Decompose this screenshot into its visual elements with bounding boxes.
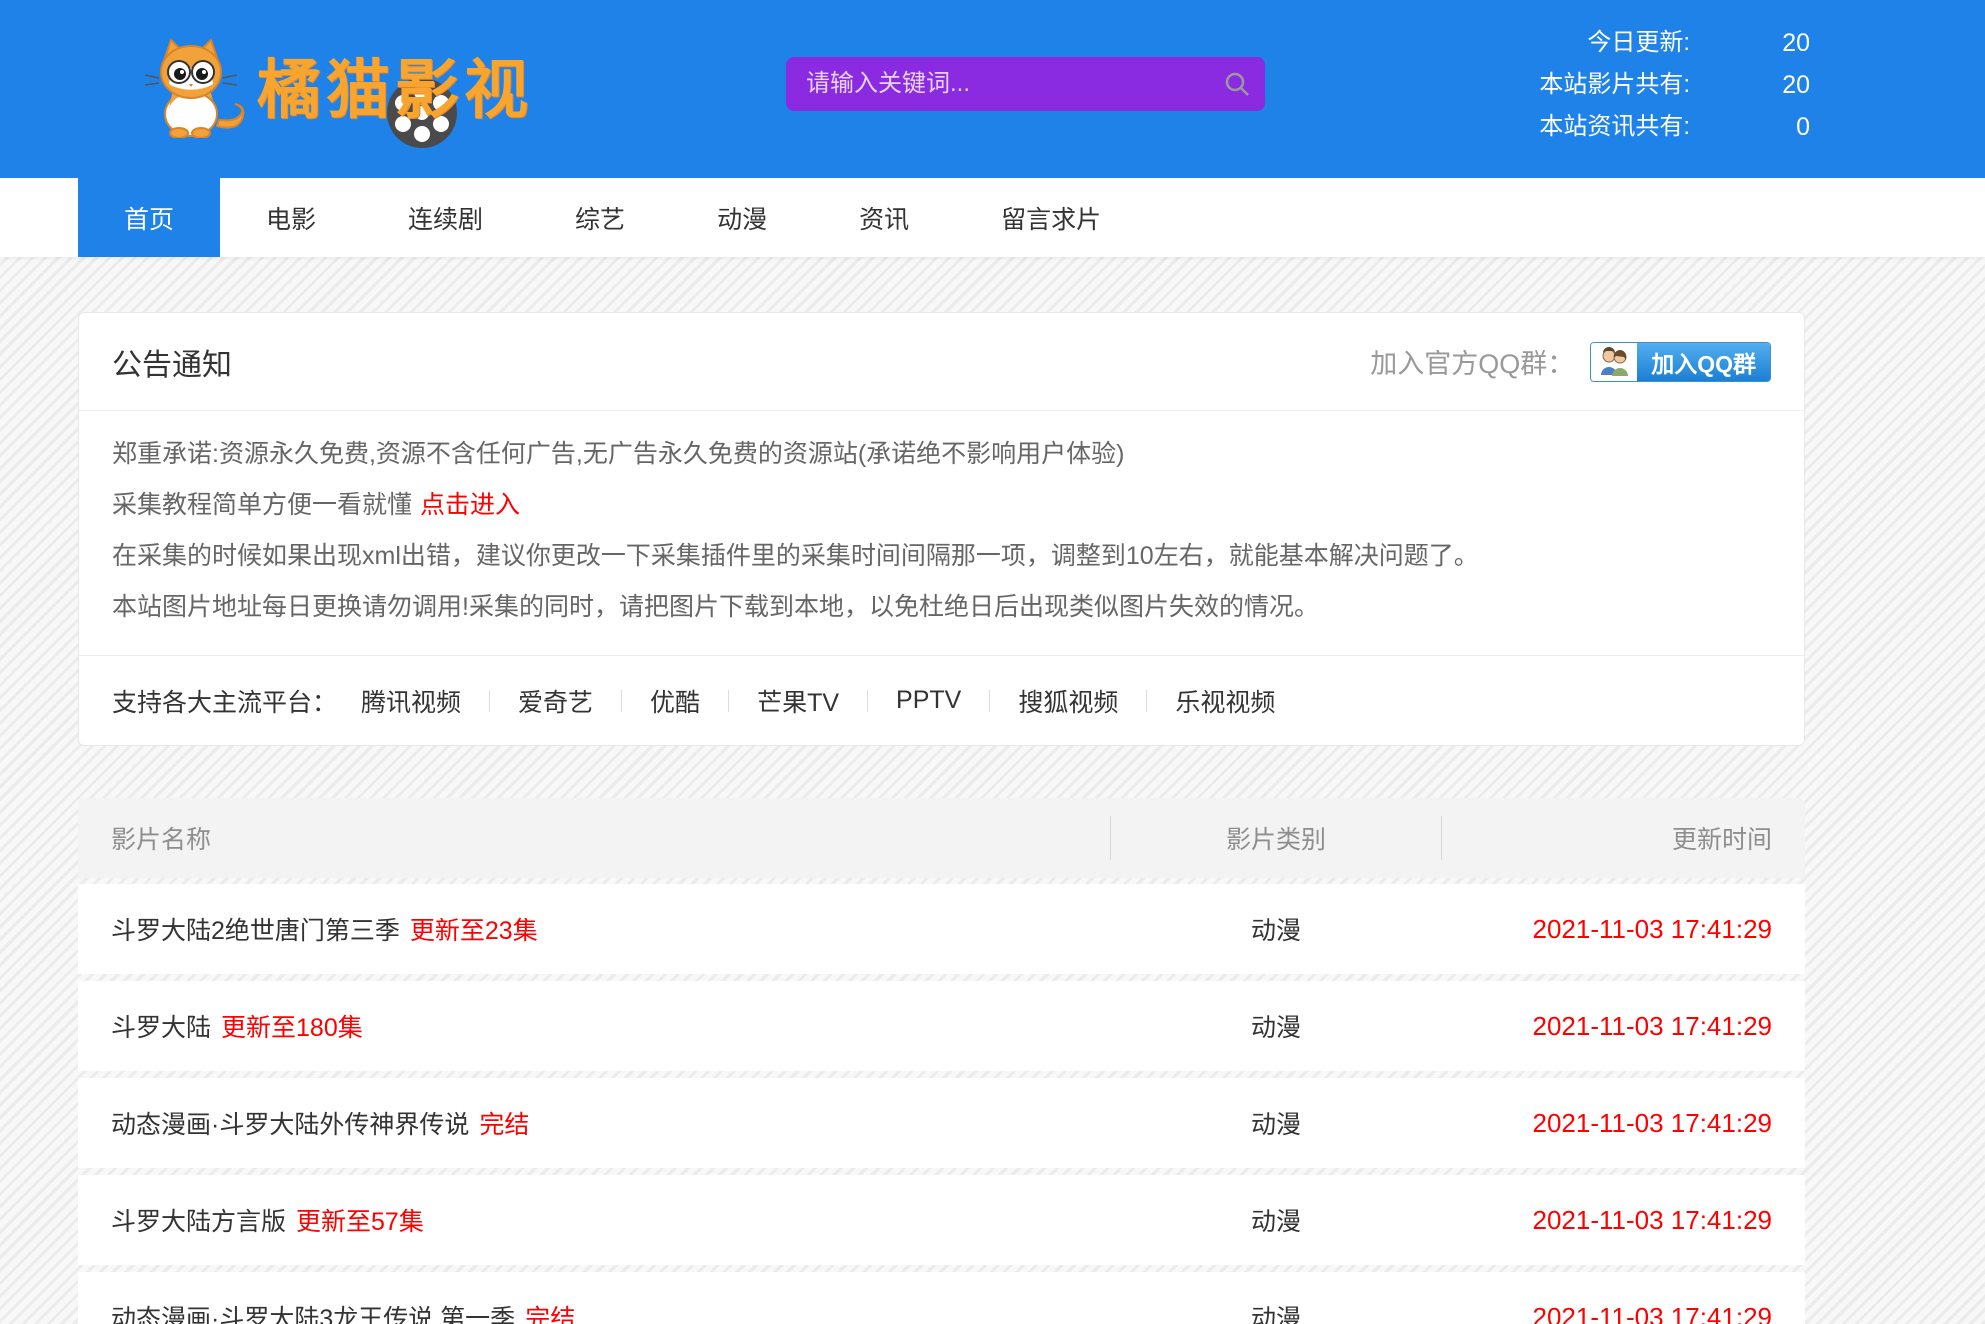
stat-total-news: 本站资讯共有: 0 [1210,106,1810,148]
notice-text: 本站图片地址每日更换请勿调用!采集的同时，请把图片下载到本地，以免杜绝日后出现类… [112,593,1319,621]
announcement-body: 郑重承诺:资源永久免费,资源不含任何广告,无广告永久免费的资源站(承诺绝不影响用… [79,411,1804,655]
movie-title-link[interactable]: 斗罗大陆2绝世唐门第三季 [111,917,400,945]
stat-value: 20 [1690,64,1810,106]
notice-text: 郑重承诺:资源永久免费,资源不含任何广告,无广告永久免费的资源站(承诺绝不影响用… [112,440,1125,468]
notice-text: 在采集的时候如果出现xml出错，建议你更改一下采集插件里的采集时间间隔那一项，调… [112,542,1479,570]
stat-value: 0 [1690,106,1810,148]
nav-item-series[interactable]: 连续剧 [362,178,529,257]
platform-tencent[interactable]: 腾讯视频 [361,683,489,719]
search-bar [786,57,1265,111]
movie-row[interactable]: 斗罗大陆方言版更新至57集 动漫 2021-11-03 17:41:29 [78,1175,1805,1265]
movie-status: 完结 [525,1305,575,1324]
movie-table: 影片名称 影片类别 更新时间 斗罗大陆2绝世唐门第三季更新至23集 动漫 202… [78,798,1805,1324]
join-qq-group-button[interactable]: 加入QQ群 [1590,342,1771,382]
movie-category-link[interactable]: 动漫 [1251,1111,1301,1139]
nav-item-anime[interactable]: 动漫 [671,178,813,257]
search-input[interactable] [786,57,1209,111]
nav-item-home[interactable]: 首页 [78,178,220,257]
stat-value: 20 [1690,22,1810,64]
movie-category-link[interactable]: 动漫 [1251,1014,1301,1042]
qq-button-label: 加入QQ群 [1637,343,1770,381]
qq-people-icon [1591,343,1637,381]
movie-status: 完结 [479,1111,529,1139]
movie-title-link[interactable]: 斗罗大陆 [111,1014,211,1042]
notice-line: 郑重承诺:资源永久免费,资源不含任何广告,无广告永久免费的资源站(承诺绝不影响用… [112,429,1771,480]
movie-updated-time: 2021-11-03 17:41:29 [1533,914,1773,944]
column-header-category: 影片类别 [1110,820,1442,856]
movie-status: 更新至23集 [410,917,538,945]
platform-mgtv[interactable]: 芒果TV [729,683,867,719]
stat-label: 今日更新: [1210,22,1690,64]
main-container: 公告通知 加入官方QQ群： 加入QQ群 [78,312,1805,1324]
nav-item-request[interactable]: 留言求片 [955,178,1147,257]
platform-letv[interactable]: 乐视视频 [1147,683,1303,719]
announcement-header: 公告通知 加入官方QQ群： 加入QQ群 [79,313,1804,411]
qq-area: 加入官方QQ群： 加入QQ群 [1370,342,1771,382]
site-stats: 今日更新: 20 本站影片共有: 20 本站资讯共有: 0 [1210,22,1810,148]
site-title: 橘猫影视 [257,42,533,138]
stat-total-movies: 本站影片共有: 20 [1210,64,1810,106]
movie-updated-time: 2021-11-03 17:41:29 [1533,1011,1773,1041]
movie-table-header: 影片名称 影片类别 更新时间 [78,798,1805,878]
cat-mascot-icon [139,38,251,138]
platform-sohu[interactable]: 搜狐视频 [990,683,1146,719]
notice-line: 在采集的时候如果出现xml出错，建议你更改一下采集插件里的采集时间间隔那一项，调… [112,531,1771,582]
notice-line: 采集教程简单方便一看就懂点击进入 [112,480,1771,531]
movie-status: 更新至57集 [296,1208,424,1236]
stat-label: 本站影片共有: [1210,64,1690,106]
qq-label: 加入官方QQ群： [1370,342,1574,381]
nav-item-news[interactable]: 资讯 [813,178,955,257]
site-logo[interactable]: 橘猫影视 [139,38,533,138]
movie-updated-time: 2021-11-03 17:41:29 [1533,1205,1773,1235]
platforms-label: 支持各大主流平台： [112,683,337,719]
movie-category-link[interactable]: 动漫 [1251,1208,1301,1236]
movie-title-link[interactable]: 动态漫画·斗罗大陆外传神界传说 [111,1111,469,1139]
movie-row[interactable]: 斗罗大陆2绝世唐门第三季更新至23集 动漫 2021-11-03 17:41:2… [78,884,1805,974]
notice-line: 本站图片地址每日更换请勿调用!采集的同时，请把图片下载到本地，以免杜绝日后出现类… [112,582,1771,633]
movie-row[interactable]: 斗罗大陆更新至180集 动漫 2021-11-03 17:41:29 [78,981,1805,1071]
platform-pptv[interactable]: PPTV [868,686,989,715]
movie-updated-time: 2021-11-03 17:41:29 [1533,1108,1773,1138]
column-header-updated: 更新时间 [1442,820,1805,856]
stat-today-updates: 今日更新: 20 [1210,22,1810,64]
column-header-name: 影片名称 [78,820,1110,856]
movie-title-link[interactable]: 动态漫画·斗罗大陆3龙王传说 第一季 [111,1305,515,1324]
main-nav: 首页 电影 连续剧 综艺 动漫 资讯 留言求片 [0,178,1985,257]
movie-row[interactable]: 动态漫画·斗罗大陆3龙王传说 第一季完结 动漫 2021-11-03 17:41… [78,1272,1805,1324]
announcement-title: 公告通知 [112,340,232,384]
stat-label: 本站资讯共有: [1210,106,1690,148]
notice-text: 采集教程简单方便一看就懂 [112,491,412,519]
nav-item-variety[interactable]: 综艺 [529,178,671,257]
site-header: 橘猫影视 今日更新: 20 本站影片共有: 20 本站资讯共有: 0 [0,0,1985,178]
movie-category-link[interactable]: 动漫 [1251,917,1301,945]
platform-iqiyi[interactable]: 爱奇艺 [490,683,621,719]
platforms-row: 支持各大主流平台： 腾讯视频 爱奇艺 优酷 芒果TV PPTV 搜狐视频 乐视视… [79,655,1804,745]
nav-item-movies[interactable]: 电影 [220,178,362,257]
movie-row[interactable]: 动态漫画·斗罗大陆外传神界传说完结 动漫 2021-11-03 17:41:29 [78,1078,1805,1168]
movie-status: 更新至180集 [221,1014,363,1042]
announcement-card: 公告通知 加入官方QQ群： 加入QQ群 [78,312,1805,746]
platform-youku[interactable]: 优酷 [622,683,728,719]
notice-enter-link[interactable]: 点击进入 [420,491,520,519]
movie-title-link[interactable]: 斗罗大陆方言版 [111,1208,286,1236]
movie-updated-time: 2021-11-03 17:41:29 [1533,1302,1773,1324]
movie-category-link[interactable]: 动漫 [1251,1305,1301,1324]
